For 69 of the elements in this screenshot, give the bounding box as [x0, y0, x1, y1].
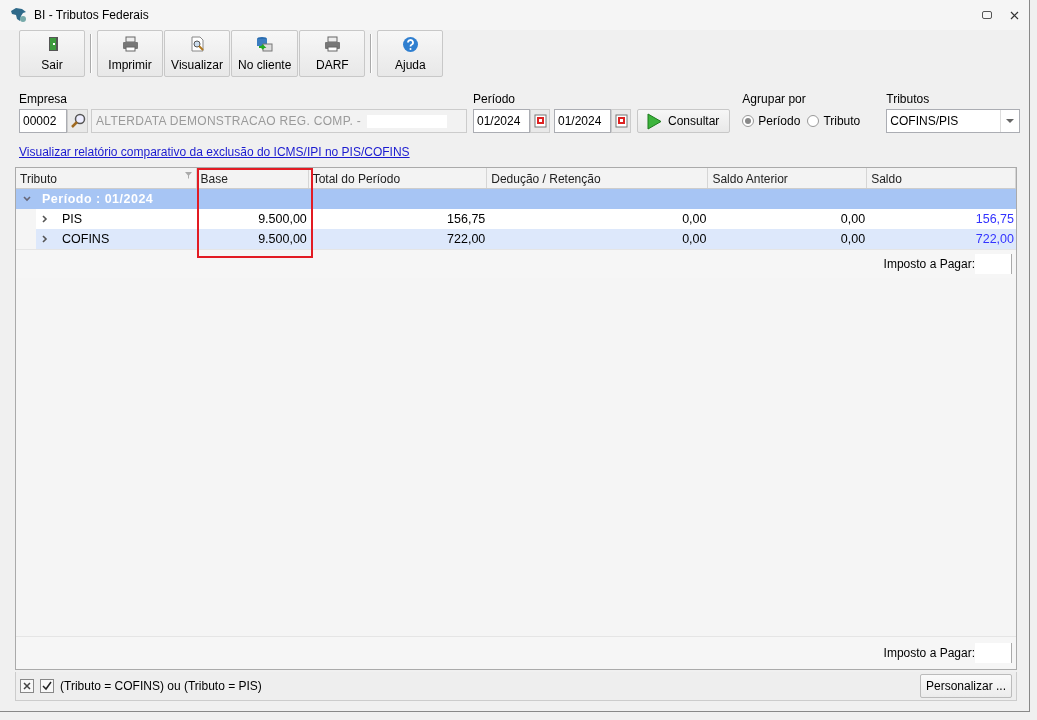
- calendar-button[interactable]: [611, 109, 631, 133]
- customize-button[interactable]: Personalizar ...: [919, 674, 1012, 698]
- toolbar-button[interactable]: Imprimir: [97, 30, 163, 77]
- tributo-name: PIS: [62, 212, 83, 226]
- radio-button[interactable]: [807, 115, 820, 127]
- client-icon: [256, 35, 274, 52]
- field-label: Período: [473, 92, 517, 106]
- printer-icon: [121, 35, 139, 52]
- redaction-block: [975, 643, 1012, 663]
- date-field[interactable]: 01/2024: [554, 109, 611, 133]
- radio-label: Período: [758, 114, 801, 128]
- consultar-button[interactable]: Consultar: [637, 109, 731, 133]
- column-header[interactable]: Saldo: [867, 168, 1016, 188]
- clear-filter-button[interactable]: [20, 679, 34, 693]
- printer-icon: [323, 35, 341, 52]
- table-cell-text: 722,00: [446, 232, 487, 246]
- table-cell-text: 722,00: [974, 232, 1015, 246]
- help-icon: [401, 35, 419, 52]
- company-code-field[interactable]: 00002: [19, 109, 67, 133]
- collapse-icon[interactable]: [22, 194, 32, 204]
- tributos-dropdown[interactable]: COFINS/PIS: [886, 109, 1021, 133]
- toolbar-button[interactable]: Visualizar: [164, 30, 230, 77]
- window-title: BI - Tributos Federais: [34, 8, 150, 22]
- filter-text: (Tributo = COFINS) ou (Tributo = PIS): [60, 679, 263, 693]
- column-header[interactable]: Total do Período: [308, 168, 488, 188]
- calendar-icon: [533, 114, 547, 128]
- restore-icon[interactable]: [982, 11, 992, 19]
- column-header[interactable]: Saldo Anterior: [708, 168, 868, 188]
- table-cell-text: 0,00: [681, 232, 708, 246]
- close-icon[interactable]: [1010, 10, 1019, 20]
- toolbar-button[interactable]: DARF: [299, 30, 366, 77]
- play-icon: [646, 112, 662, 130]
- table-cell-text: 0,00: [681, 212, 708, 226]
- column-header[interactable]: Tributo: [16, 168, 197, 188]
- table-cell-text: 9.500,00: [257, 232, 308, 246]
- search-icon: [69, 113, 86, 129]
- dropdown-arrow-icon: [1006, 118, 1015, 124]
- preview-icon: [188, 35, 206, 52]
- summary-label: Imposto a Pagar:: [883, 257, 975, 271]
- filter-checkbox[interactable]: [40, 679, 54, 693]
- toolbar-button[interactable]: Sair: [19, 30, 85, 77]
- calendar-icon: [614, 114, 628, 128]
- radio-option[interactable]: Tributo: [807, 114, 861, 128]
- field-label: Agrupar por: [742, 92, 807, 106]
- field-label: Empresa: [19, 92, 69, 106]
- calendar-button[interactable]: [530, 109, 550, 133]
- redaction-block: [975, 254, 1012, 274]
- company-name: ALTERDATA DEMONSTRACAO REG. COMP. -: [96, 114, 361, 128]
- column-header[interactable]: Base: [196, 168, 309, 188]
- group-label: Período : 01/2024: [42, 192, 154, 206]
- table-cell-text: 156,75: [974, 212, 1015, 226]
- search-button[interactable]: [67, 109, 88, 133]
- field-label: Tributos: [886, 92, 931, 106]
- summary-label: Imposto a Pagar:: [883, 646, 975, 660]
- table-cell-text: 156,75: [446, 212, 487, 226]
- tributo-name: COFINS: [62, 232, 110, 246]
- close-icon: [23, 682, 31, 690]
- radio-label: Tributo: [823, 114, 861, 128]
- date-field[interactable]: 01/2024: [473, 109, 530, 133]
- radio-button[interactable]: [742, 115, 755, 127]
- table-cell-text: 0,00: [839, 232, 867, 246]
- table-cell-text: 9.500,00: [257, 212, 308, 226]
- app-logo-icon: [10, 7, 28, 23]
- toolbar-button[interactable]: No cliente: [231, 30, 299, 77]
- column-header[interactable]: Dedução / Retenção: [487, 168, 709, 188]
- toolbar-button[interactable]: Ajuda: [377, 30, 444, 77]
- radio-option[interactable]: Período: [742, 114, 801, 128]
- table-cell-text: 0,00: [839, 212, 867, 226]
- report-link[interactable]: Visualizar relatório comparativo da exclusão do ICMS/IPI no PIS/COFINS: [19, 145, 410, 159]
